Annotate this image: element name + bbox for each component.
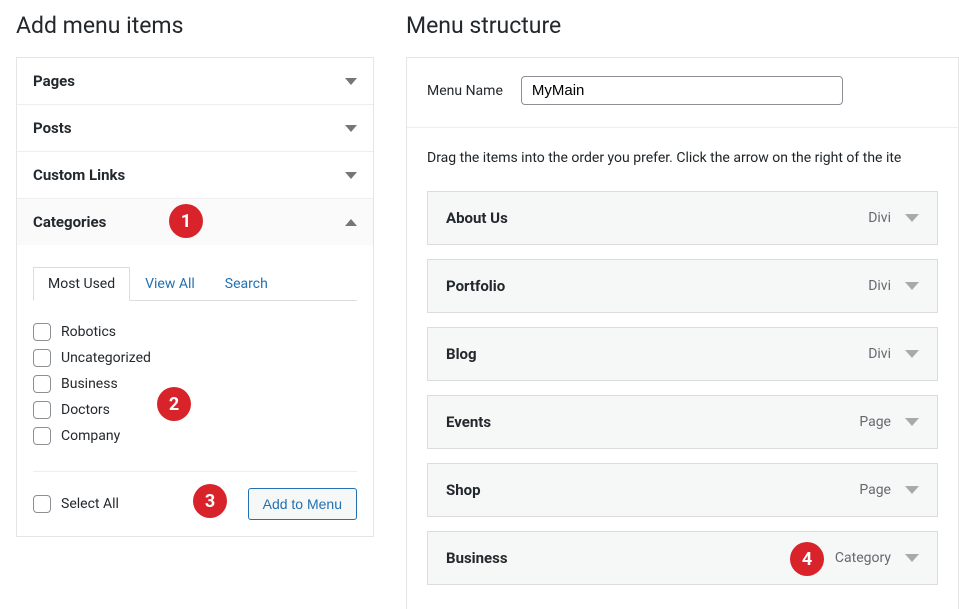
panel-label: Categories [33,213,106,231]
checkbox[interactable] [33,323,51,341]
select-all-row[interactable]: Select All [33,495,119,513]
list-item[interactable]: Business [33,371,357,397]
chevron-down-icon[interactable] [905,554,919,562]
checkbox[interactable] [33,427,51,445]
tab-search[interactable]: Search [210,267,283,301]
menu-item-title: Portfolio [446,277,505,295]
tab-view-all[interactable]: View All [130,267,210,301]
menu-item[interactable]: Shop Page [427,463,938,517]
categories-controls: Select All 3 Add to Menu [33,471,357,520]
menu-items-list: About Us Divi Portfolio Divi Blog Divi [407,191,958,609]
instructions-text: Drag the items into the order you prefer… [407,128,958,191]
menu-item-title: Events [446,413,491,431]
panel-custom-links[interactable]: Custom Links [17,152,373,198]
menu-item[interactable]: Business 4 Category [427,531,938,585]
panel-label: Custom Links [33,166,125,184]
menu-item-type: Page [859,482,891,498]
chevron-down-icon[interactable] [905,350,919,358]
category-label: Doctors [61,402,110,418]
panel-posts[interactable]: Posts [17,105,373,151]
category-label: Uncategorized [61,350,151,366]
category-checklist: Robotics Uncategorized Business Doctors [33,319,357,449]
panel-pages[interactable]: Pages [17,58,373,104]
menu-item-title: Business [446,549,508,567]
menu-item-type: Divi [868,210,891,226]
list-item[interactable]: Uncategorized [33,345,357,371]
chevron-down-icon [345,172,357,179]
annotation-badge-1: 1 [169,204,203,238]
category-label: Company [61,428,120,444]
menu-item-title: Blog [446,345,477,363]
category-label: Business [61,376,118,392]
menu-item-type: Divi [868,278,891,294]
annotation-badge-4: 4 [790,542,824,576]
menu-item-type: Divi [868,346,891,362]
list-item[interactable]: Doctors [33,397,357,423]
chevron-down-icon[interactable] [905,486,919,494]
category-label: Robotics [61,324,116,340]
panel-label: Posts [33,119,72,137]
menu-name-label: Menu Name [427,83,503,99]
menu-item[interactable]: About Us Divi [427,191,938,245]
chevron-down-icon [345,125,357,132]
chevron-down-icon[interactable] [905,418,919,426]
menu-item-title: About Us [446,209,508,227]
chevron-down-icon[interactable] [905,282,919,290]
chevron-down-icon[interactable] [905,214,919,222]
menu-structure-box: Menu Name Drag the items into the order … [406,57,959,609]
categories-body: Most Used View All Search Robotics Uncat… [17,245,373,536]
chevron-down-icon [345,78,357,85]
categories-tabs: Most Used View All Search [33,267,357,301]
add-items-heading: Add menu items [16,0,374,57]
annotation-badge-2: 2 [157,387,191,421]
menu-structure-heading: Menu structure [406,0,959,57]
menu-item[interactable]: Portfolio Divi [427,259,938,313]
menu-item[interactable]: Events Page [427,395,938,449]
checkbox[interactable] [33,349,51,367]
checkbox[interactable] [33,495,51,513]
add-to-menu-button[interactable]: Add to Menu [248,488,357,520]
menu-item-title: Shop [446,481,481,499]
accordion-panel: Pages Posts Custom Links Categories 1 [16,57,374,537]
checkbox[interactable] [33,375,51,393]
list-item[interactable]: Company [33,423,357,449]
tab-most-used[interactable]: Most Used [33,267,130,301]
menu-item-type: Page [859,414,891,430]
menu-name-row: Menu Name [407,58,958,128]
menu-item[interactable]: Blog Divi [427,327,938,381]
annotation-badge-3: 3 [193,484,227,518]
checkbox[interactable] [33,401,51,419]
chevron-up-icon [345,219,357,226]
menu-name-input[interactable] [521,76,843,105]
list-item[interactable]: Robotics [33,319,357,345]
menu-item-type: Category [835,550,891,566]
select-all-label: Select All [61,496,119,512]
panel-label: Pages [33,72,75,90]
